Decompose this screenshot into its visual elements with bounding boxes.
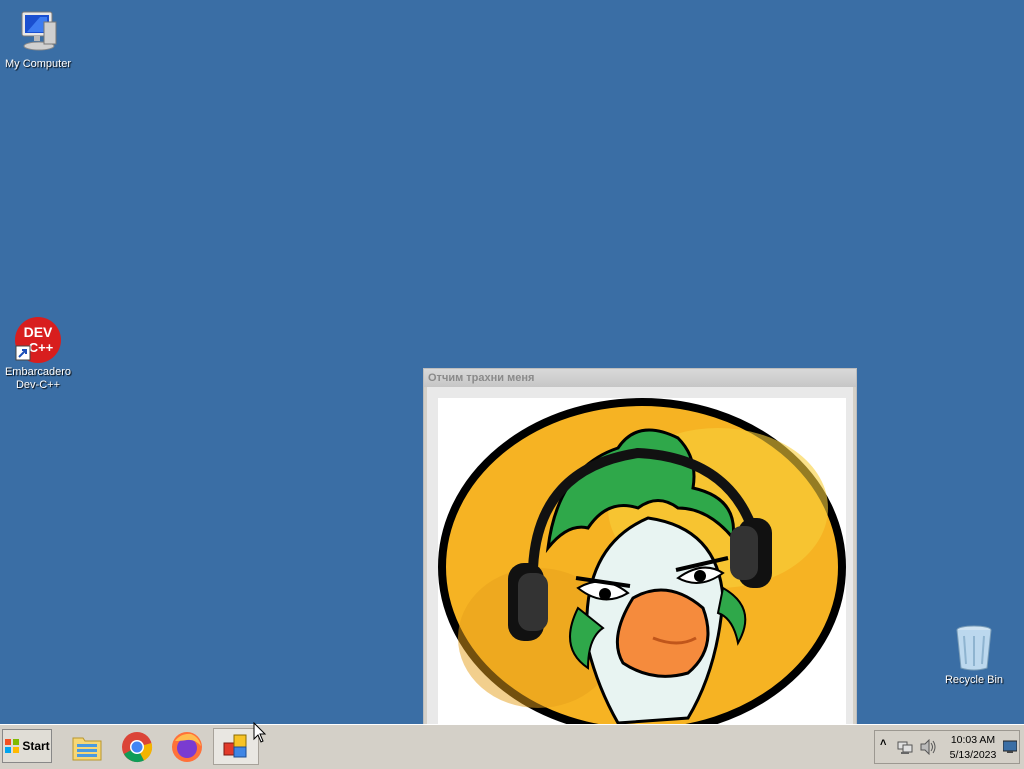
window-client-area <box>427 387 853 744</box>
firefox-icon <box>172 731 202 762</box>
desktop-icon-label: Recycle Bin <box>944 674 1004 686</box>
taskbar-file-explorer[interactable] <box>64 728 110 765</box>
folder-icon <box>72 737 102 760</box>
clock-date: 5/13/2023 <box>949 749 997 761</box>
goose-with-headphones-image <box>438 398 846 736</box>
desktop-icon-devcpp[interactable]: DEV C++ Embarcadero Dev-C++ <box>0 316 76 392</box>
recycle-bin-icon <box>956 625 992 671</box>
show-desktop-icon[interactable] <box>1003 740 1017 754</box>
mouse-cursor-icon <box>253 722 267 743</box>
clock-time: 10:03 AM <box>950 734 996 746</box>
app-window-icon <box>223 734 247 757</box>
show-hidden-icon[interactable]: ˄ <box>880 737 886 749</box>
clock[interactable]: 10:03 AM 5/13/2023 <box>945 733 1001 763</box>
desktop-icon-my-computer[interactable]: My Computer <box>0 8 76 71</box>
window-title[interactable]: Отчим трахни меня <box>424 369 856 387</box>
taskbar-chrome[interactable] <box>114 728 160 765</box>
volume-icon[interactable] <box>919 739 937 755</box>
windows-logo-icon <box>5 739 20 753</box>
taskbar-firefox[interactable] <box>164 728 210 765</box>
devcpp-icon-text-top: DEV <box>24 324 53 340</box>
desktop-icon-label: Embarcadero Dev-C++ <box>4 366 72 391</box>
computer-icon <box>21 11 57 51</box>
network-icon[interactable] <box>897 739 913 755</box>
devcpp-icon: DEV C++ <box>15 317 61 363</box>
goose-picture <box>438 398 846 737</box>
start-label: Start <box>22 739 50 753</box>
system-tray: ˄ 10:03 AM 5/13/2023 <box>874 730 1020 764</box>
taskbar: Start ˄ 10:03 AM 5/13/2023 <box>0 724 1024 769</box>
picture-window[interactable]: Отчим трахни меня <box>423 368 857 748</box>
desktop-icon-recycle-bin[interactable]: Recycle Bin <box>936 624 1012 687</box>
start-button[interactable]: Start <box>2 729 52 763</box>
devcpp-icon-text-bottom: C++ <box>29 340 54 355</box>
desktop-icon-label: My Computer <box>4 58 72 70</box>
chrome-icon <box>122 731 153 762</box>
